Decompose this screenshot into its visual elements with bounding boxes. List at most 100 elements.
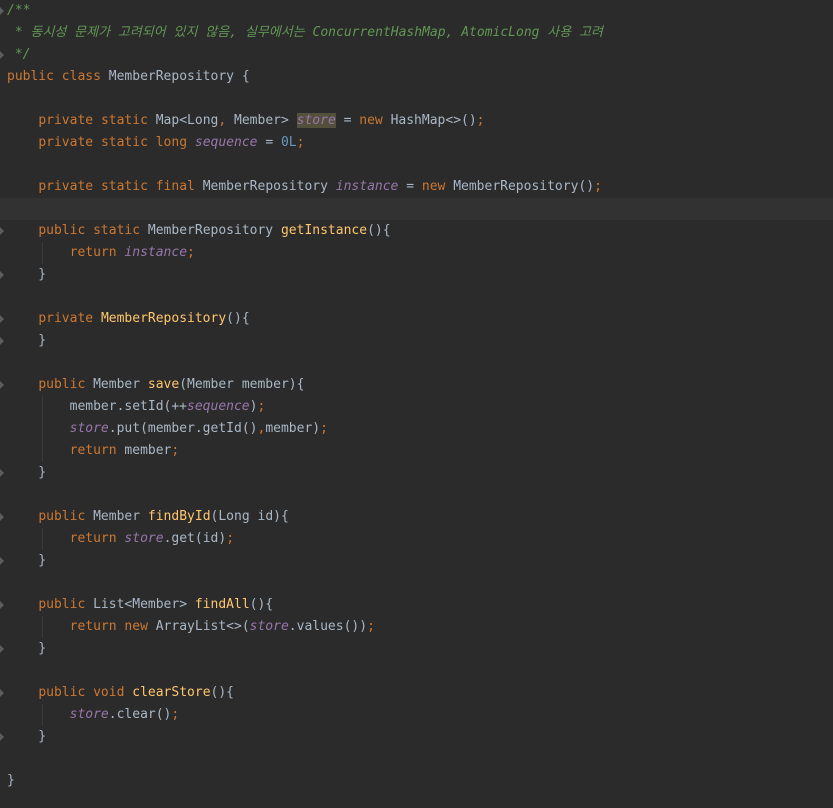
- fold-marker-icon[interactable]: [0, 557, 4, 565]
- code-token: (Long id){: [210, 509, 289, 524]
- code-token: store: [249, 619, 289, 634]
- code-token: .clear(): [108, 707, 172, 722]
- code-line[interactable]: store.put(member.getId(),member);: [7, 418, 603, 440]
- fold-gutter: [0, 0, 4, 808]
- code-token: }: [7, 729, 47, 744]
- code-line[interactable]: [7, 352, 603, 374]
- code-token: store: [69, 421, 109, 436]
- code-token: static: [93, 223, 148, 238]
- code-line[interactable]: member.setId(++sequence);: [7, 396, 603, 418]
- code-line[interactable]: /**: [7, 0, 603, 22]
- code-line[interactable]: }: [7, 550, 603, 572]
- fold-marker-icon[interactable]: [0, 689, 4, 697]
- fold-marker-icon[interactable]: [0, 51, 4, 59]
- fold-marker-icon[interactable]: [0, 601, 4, 609]
- code-token: =: [335, 113, 360, 128]
- code-line[interactable]: public List<Member> findAll(){: [7, 594, 603, 616]
- code-token: }: [7, 333, 47, 348]
- code-line[interactable]: }: [7, 638, 603, 660]
- code-line[interactable]: * 동시성 문제가 고려되어 있지 않음, 실무에서는 ConcurrentHa…: [7, 22, 603, 44]
- code-token: return: [69, 619, 125, 634]
- code-line[interactable]: public class MemberRepository {: [7, 66, 603, 88]
- code-line[interactable]: [7, 572, 603, 594]
- code-area[interactable]: /** * 동시성 문제가 고려되어 있지 않음, 실무에서는 Concurre…: [7, 0, 603, 792]
- code-line[interactable]: store.clear();: [7, 704, 603, 726]
- code-token: (){: [367, 223, 391, 238]
- code-token: private: [38, 113, 101, 128]
- code-token: ,: [218, 113, 235, 128]
- code-token: ;: [257, 399, 266, 414]
- fold-marker-icon[interactable]: [0, 315, 4, 323]
- code-token: findById: [147, 509, 211, 524]
- code-line[interactable]: return member;: [7, 440, 603, 462]
- code-line[interactable]: public void clearStore(){: [7, 682, 603, 704]
- code-line[interactable]: return new ArrayList<>(store.values());: [7, 616, 603, 638]
- code-line[interactable]: */: [7, 44, 603, 66]
- fold-marker-icon[interactable]: [0, 7, 4, 15]
- code-line[interactable]: public static MemberRepository getInstan…: [7, 220, 603, 242]
- code-token: =: [398, 179, 422, 194]
- code-line[interactable]: private static final MemberRepository in…: [7, 176, 603, 198]
- code-line[interactable]: public Member findById(Long id){: [7, 506, 603, 528]
- code-line[interactable]: [7, 484, 603, 506]
- code-token: MemberRepository: [202, 179, 336, 194]
- fold-marker-icon[interactable]: [0, 645, 4, 653]
- fold-marker-icon[interactable]: [0, 513, 4, 521]
- code-line[interactable]: [7, 154, 603, 176]
- code-line[interactable]: [7, 198, 603, 220]
- code-token: public: [38, 223, 94, 238]
- code-token: ;: [226, 531, 235, 546]
- code-token: Member>: [234, 113, 297, 128]
- code-line[interactable]: [7, 660, 603, 682]
- fold-marker-icon[interactable]: [0, 469, 4, 477]
- code-token: save: [147, 377, 180, 392]
- code-line[interactable]: private static Map<Long, Member> store =…: [7, 110, 603, 132]
- code-token: Member: [93, 509, 148, 524]
- code-line[interactable]: return store.get(id);: [7, 528, 603, 550]
- code-line[interactable]: }: [7, 726, 603, 748]
- code-line[interactable]: }: [7, 264, 603, 286]
- code-token: private: [38, 311, 101, 326]
- code-line[interactable]: }: [7, 770, 603, 792]
- code-token: store: [296, 113, 336, 128]
- code-line[interactable]: }: [7, 462, 603, 484]
- fold-marker-icon[interactable]: [0, 733, 4, 741]
- code-token: .get(id): [163, 531, 227, 546]
- fold-marker-icon[interactable]: [0, 227, 4, 235]
- code-token: }: [7, 465, 47, 480]
- code-token: clearStore: [132, 685, 211, 700]
- code-token: (){: [210, 685, 235, 700]
- code-token: .put(member.getId(): [108, 421, 258, 436]
- code-token: sequence: [194, 135, 258, 150]
- code-token: member: [124, 443, 172, 458]
- code-token: MemberRepository: [147, 223, 281, 238]
- code-token: class: [61, 69, 109, 84]
- code-line[interactable]: [7, 286, 603, 308]
- code-line[interactable]: }: [7, 330, 603, 352]
- code-line[interactable]: public Member save(Member member){: [7, 374, 603, 396]
- code-line[interactable]: private static long sequence = 0L;: [7, 132, 603, 154]
- code-token: =: [257, 135, 281, 150]
- code-editor[interactable]: /** * 동시성 문제가 고려되어 있지 않음, 실무에서는 Concurre…: [0, 0, 833, 808]
- code-line[interactable]: return instance;: [7, 242, 603, 264]
- code-line[interactable]: private MemberRepository(){: [7, 308, 603, 330]
- fold-marker-icon[interactable]: [0, 271, 4, 279]
- code-token: Member: [93, 377, 148, 392]
- fold-marker-icon[interactable]: [0, 381, 4, 389]
- code-line[interactable]: [7, 88, 603, 110]
- fold-marker-icon[interactable]: [0, 337, 4, 345]
- code-line[interactable]: [7, 748, 603, 770]
- code-token: final: [155, 179, 203, 194]
- code-token: HashMap<>(): [390, 113, 477, 128]
- code-token: * 동시성 문제가 고려되어 있지 않음, 실무에서는 ConcurrentHa…: [7, 25, 603, 40]
- code-token: (Member member){: [179, 377, 305, 392]
- code-token: instance: [124, 245, 188, 260]
- code-token: List<Member>: [93, 597, 195, 612]
- code-token: ;: [171, 707, 180, 722]
- code-token: public: [7, 69, 62, 84]
